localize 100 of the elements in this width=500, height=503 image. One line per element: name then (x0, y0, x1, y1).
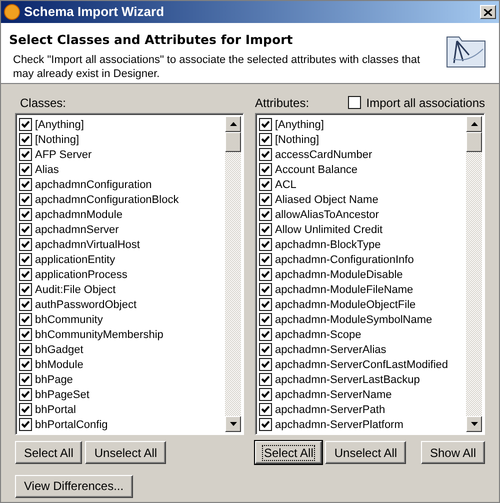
checkbox[interactable] (259, 328, 272, 341)
list-item[interactable]: accessCardNumber (275, 148, 372, 162)
button[interactable]: Unselect All (325, 441, 406, 464)
checkbox[interactable] (19, 223, 32, 236)
list-item[interactable]: apchadmn-ServerConfLastModified (275, 358, 448, 372)
checkbox[interactable] (19, 418, 32, 431)
checkbox[interactable] (19, 343, 32, 356)
list-item[interactable]: apchadmnModule (35, 208, 122, 222)
checkbox[interactable] (19, 268, 32, 281)
checkbox[interactable] (259, 133, 272, 146)
checkbox[interactable] (259, 238, 272, 251)
list-item[interactable]: apchadmn-ServerLastBackup (275, 372, 420, 386)
list-item[interactable]: apchadmn-ServerPlatform (275, 418, 404, 432)
list-item[interactable]: [Nothing] (35, 132, 80, 146)
list-item[interactable]: apchadmn-ServerPath (275, 402, 386, 416)
checkbox[interactable] (259, 253, 272, 266)
list-item[interactable]: applicationProcess (35, 268, 128, 282)
list-item[interactable]: bhCommunity (35, 312, 103, 326)
checkbox[interactable] (259, 373, 272, 386)
list-item[interactable]: [Nothing] (275, 132, 320, 146)
checkbox[interactable] (259, 118, 272, 131)
list-item[interactable]: apchadmn-ModuleFileName (275, 282, 414, 296)
checkbox[interactable] (19, 283, 32, 296)
checkbox[interactable] (19, 178, 32, 191)
checkbox[interactable] (259, 283, 272, 296)
close-button[interactable] (480, 5, 496, 19)
checkbox[interactable] (19, 208, 32, 221)
button[interactable]: Unselect All (85, 441, 166, 464)
checkbox[interactable] (259, 178, 272, 191)
scroll-down-button[interactable] (225, 416, 241, 432)
list-item[interactable]: apchadmn-ServerName (275, 388, 392, 402)
scroll-up-button[interactable] (225, 116, 241, 132)
button[interactable]: Select All (15, 441, 82, 464)
checkbox[interactable] (19, 313, 32, 326)
checkbox[interactable] (348, 96, 362, 109)
list-item[interactable]: AFP Server (35, 148, 92, 162)
list-item[interactable]: bhCommunityMembership (35, 328, 164, 342)
list-item[interactable]: bhModule (35, 358, 84, 372)
list-item[interactable]: apchadmn-ModuleDisable (275, 268, 403, 282)
list-item[interactable]: apchadmnConfiguration (35, 178, 152, 192)
scrollbar[interactable] (225, 116, 241, 432)
checkbox[interactable] (259, 358, 272, 371)
checkbox[interactable] (19, 373, 32, 386)
checkbox[interactable] (259, 193, 272, 206)
list-item[interactable]: apchadmn-ModuleObjectFile (275, 298, 416, 312)
list-item[interactable]: bhPortalConfig (35, 418, 108, 432)
scroll-thumb[interactable] (466, 132, 482, 152)
button[interactable]: Show All (420, 441, 485, 464)
list-item[interactable]: Allow Unlimited Credit (275, 222, 383, 236)
list-item[interactable]: bhPortal (35, 402, 76, 416)
list-item[interactable]: apchadmnServer (35, 222, 119, 236)
checkbox[interactable] (259, 268, 272, 281)
scroll-down-button[interactable] (466, 416, 482, 432)
checkbox[interactable] (259, 418, 272, 431)
checkbox[interactable] (259, 298, 272, 311)
list-item[interactable]: ACL (275, 178, 296, 192)
checkbox[interactable] (259, 148, 272, 161)
list-item[interactable]: apchadmnConfigurationBlock (35, 192, 179, 206)
list-item[interactable]: apchadmn-BlockType (275, 238, 381, 252)
checkbox[interactable] (19, 148, 32, 161)
scroll-up-button[interactable] (466, 116, 482, 132)
checkbox[interactable] (19, 163, 32, 176)
checkbox[interactable] (259, 313, 272, 326)
checkbox[interactable] (259, 403, 272, 416)
checkbox[interactable] (19, 118, 32, 131)
button[interactable]: Select All (255, 441, 322, 464)
list-item[interactable]: bhPage (35, 372, 73, 386)
list-item[interactable]: apchadmn-ConfigurationInfo (275, 252, 414, 266)
list-item[interactable]: Alias (35, 162, 59, 176)
checkbox[interactable] (19, 358, 32, 371)
list-item[interactable]: Audit:File Object (35, 282, 116, 296)
checkbox[interactable] (259, 208, 272, 221)
checkbox[interactable] (19, 238, 32, 251)
list-item[interactable]: bhGadget (35, 342, 84, 356)
checkbox[interactable] (19, 193, 32, 206)
list-item[interactable]: apchadmn-ServerAlias (275, 342, 386, 356)
checkbox[interactable] (19, 253, 32, 266)
checkbox[interactable] (19, 298, 32, 311)
checkbox[interactable] (259, 223, 272, 236)
checkbox[interactable] (259, 163, 272, 176)
checkbox[interactable] (259, 343, 272, 356)
checkbox[interactable] (19, 403, 32, 416)
button[interactable]: View Differences... (15, 474, 133, 498)
checkbox[interactable] (259, 388, 272, 401)
scroll-thumb[interactable] (225, 132, 241, 152)
checkbox-label[interactable]: Import all associations (366, 94, 485, 112)
list-item[interactable]: apchadmn-Scope (275, 328, 362, 342)
list-item[interactable]: applicationEntity (35, 252, 116, 266)
checkbox[interactable] (19, 388, 32, 401)
list-item[interactable]: apchadmn-ModuleSymbolName (275, 312, 432, 326)
list-item[interactable]: Account Balance (275, 162, 358, 176)
scrollbar[interactable] (466, 116, 482, 432)
list-item[interactable]: [Anything] (35, 118, 84, 132)
list-item[interactable]: [Anything] (275, 118, 324, 132)
list-item[interactable]: authPasswordObject (35, 298, 136, 312)
list-item[interactable]: Aliased Object Name (275, 192, 378, 206)
list-item[interactable]: bhPageSet (35, 388, 90, 402)
checkbox[interactable] (19, 133, 32, 146)
checkbox[interactable] (19, 328, 32, 341)
list-item[interactable]: allowAliasToAncestor (275, 208, 379, 222)
